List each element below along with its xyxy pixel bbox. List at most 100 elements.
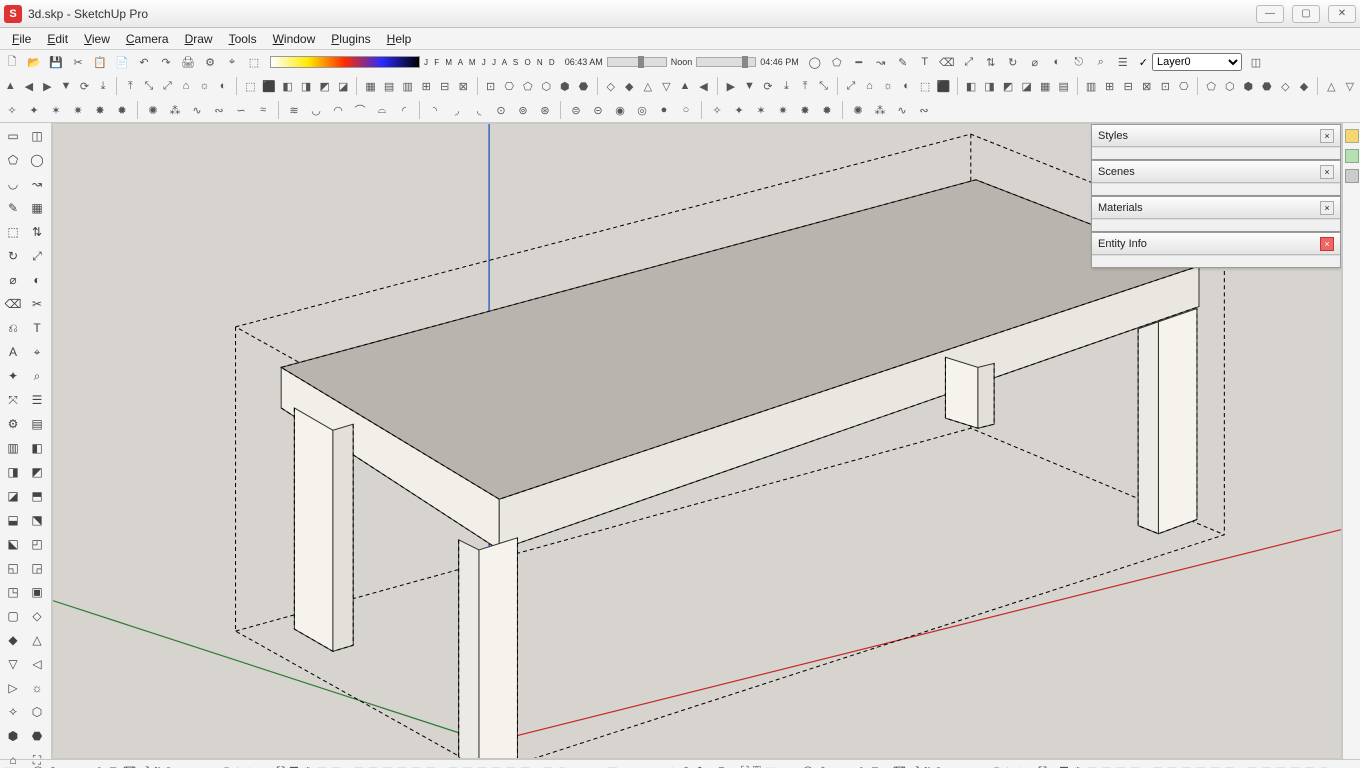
left-tool-28[interactable]: ◨ <box>2 461 24 483</box>
toolbar2-icon-34[interactable]: ▲ <box>677 76 694 96</box>
bottom-tool-50[interactable]: ⛶ <box>740 762 750 768</box>
bottom-tool-62[interactable]: ⇅ <box>922 762 933 768</box>
layer-dropdown[interactable]: Layer0 <box>1152 53 1242 71</box>
menu-draw[interactable]: Draw <box>177 30 221 48</box>
bottom-tool-33[interactable]: ◱ <box>490 762 502 768</box>
toolbar2-icon-50[interactable]: ◩ <box>1000 76 1017 96</box>
toolbar1b-icon-2[interactable]: ━ <box>849 52 869 72</box>
left-tool-41[interactable]: ◇ <box>26 605 48 627</box>
bottom-tool-77[interactable]: ◨ <box>1129 762 1141 768</box>
layer-manager-icon[interactable]: ◫ <box>1246 52 1266 72</box>
toolbar2-icon-21[interactable]: ⊞ <box>418 76 435 96</box>
bottom-tool-35[interactable]: ◳ <box>519 762 531 768</box>
bottom-tool-85[interactable]: ◱ <box>1260 762 1272 768</box>
left-tool-5[interactable]: ↝ <box>26 173 48 195</box>
bottom-tool-36[interactable]: ▣ <box>541 762 553 768</box>
toolbar2-icon-42[interactable]: ⤢ <box>843 76 860 96</box>
toolbar3-icon-28[interactable]: ● <box>654 100 674 120</box>
toolbar2-icon-48[interactable]: ◧ <box>963 76 980 96</box>
minimize-button[interactable]: — <box>1256 5 1284 23</box>
bottom-tool-82[interactable]: ⬔ <box>1209 762 1221 768</box>
toolbar3-icon-2[interactable]: ✶ <box>46 100 66 120</box>
bottom-tool-30[interactable]: ⬔ <box>447 762 459 768</box>
toolbar2-icon-39[interactable]: ⤓ <box>778 76 795 96</box>
bottom-tool-37[interactable]: ▢ <box>556 762 568 768</box>
toolbar1b-icon-0[interactable]: ◯ <box>805 52 825 72</box>
toolbar2-icon-53[interactable]: ▤ <box>1055 76 1072 96</box>
toolbar2-icon-3[interactable]: ▼ <box>58 76 75 96</box>
toolbar2-icon-45[interactable]: ◐ <box>898 76 915 96</box>
bottom-tool-74[interactable]: ▤ <box>1086 762 1098 768</box>
bottom-tool-19[interactable]: ⤧ <box>275 762 286 768</box>
toolbar2-icon-27[interactable]: ⬡ <box>538 76 555 96</box>
toolbar3-icon-35[interactable]: ✹ <box>817 100 837 120</box>
bottom-tool-44[interactable]: ☼ <box>653 762 665 768</box>
toolbar1-icon-6[interactable]: ↶ <box>134 52 154 72</box>
toolbar2-icon-35[interactable]: ◀ <box>695 76 712 96</box>
toolbar2-icon-47[interactable]: ⬛ <box>935 76 952 96</box>
toolbar2-icon-66[interactable]: △ <box>1323 76 1340 96</box>
bottom-tool-38[interactable]: ◇ <box>570 762 580 768</box>
bottom-tool-28[interactable]: ⬒ <box>410 762 422 768</box>
bottom-tool-58[interactable]: ✎ <box>857 762 868 768</box>
toolbar1b-icon-10[interactable]: ⌀ <box>1025 52 1045 72</box>
left-tool-14[interactable]: ⌫ <box>2 293 24 315</box>
left-tool-7[interactable]: ▦ <box>26 197 48 219</box>
toolbar3-icon-13[interactable]: ◡ <box>306 100 326 120</box>
left-tool-16[interactable]: ⎌ <box>2 317 24 339</box>
bottom-tool-64[interactable]: ⌀ <box>948 762 957 768</box>
bottom-tool-23[interactable]: ▥ <box>330 762 342 768</box>
toolbar2-icon-24[interactable]: ⊡ <box>482 76 499 96</box>
toolbar1b-icon-11[interactable]: ◐ <box>1047 52 1067 72</box>
3d-viewport[interactable]: Styles× Scenes× Materials× Entity Info× <box>52 123 1342 759</box>
left-tool-34[interactable]: ⬕ <box>2 533 24 555</box>
bottom-tool-40[interactable]: △ <box>595 762 605 768</box>
toolbar3-icon-26[interactable]: ◉ <box>610 100 630 120</box>
toolbar1b-icon-9[interactable]: ↻ <box>1003 52 1023 72</box>
bottom-tool-48[interactable]: ⬣ <box>716 762 728 768</box>
left-tool-32[interactable]: ⬓ <box>2 509 24 531</box>
menu-camera[interactable]: Camera <box>118 30 177 48</box>
toolbar2-icon-19[interactable]: ▤ <box>381 76 398 96</box>
toolbar2-icon-43[interactable]: ⌂ <box>861 76 878 96</box>
bottom-tool-54[interactable]: ◯ <box>801 762 815 768</box>
panel-entity-info-close[interactable]: × <box>1320 237 1334 251</box>
toolbar3-icon-32[interactable]: ✶ <box>751 100 771 120</box>
toolbar2-icon-32[interactable]: △ <box>640 76 657 96</box>
toolbar3-icon-15[interactable]: ⌒ <box>350 100 370 120</box>
bottom-tool-31[interactable]: ⬕ <box>461 762 473 768</box>
bottom-tool-12[interactable]: ⌀ <box>186 762 195 768</box>
bottom-tool-53[interactable]: ▭ <box>778 762 790 768</box>
toolbar1b-icon-12[interactable]: ⎋ <box>1069 52 1089 72</box>
toolbar2-icon-58[interactable]: ⊡ <box>1157 76 1174 96</box>
left-tool-40[interactable]: ▢ <box>2 605 24 627</box>
toolbar3-icon-0[interactable]: ✧ <box>2 100 22 120</box>
left-tool-21[interactable]: ⌕ <box>26 365 48 387</box>
toolbar2-icon-15[interactable]: ◨ <box>298 76 315 96</box>
menu-view[interactable]: View <box>76 30 118 48</box>
bottom-tool-4[interactable]: ◡ <box>61 762 73 768</box>
toolbar3-icon-12[interactable]: ≋ <box>284 100 304 120</box>
toolbar2-icon-40[interactable]: ⤒ <box>797 76 814 96</box>
toolbar1-icon-0[interactable]: 🗋 <box>2 52 22 72</box>
bottom-tool-34[interactable]: ◲ <box>505 762 517 768</box>
right-tool-2[interactable] <box>1345 149 1359 163</box>
menu-edit[interactable]: Edit <box>39 30 76 48</box>
bottom-tool-14[interactable]: ✂ <box>208 762 219 768</box>
toolbar3-icon-4[interactable]: ✸ <box>90 100 110 120</box>
bottom-tool-66[interactable]: ✂ <box>978 762 989 768</box>
bottom-tool-13[interactable]: ◐ <box>197 762 206 768</box>
left-tool-39[interactable]: ▣ <box>26 581 48 603</box>
bottom-tool-59[interactable]: T <box>871 762 880 768</box>
toolbar2-icon-30[interactable]: ◇ <box>602 76 619 96</box>
toolbar1-icon-1[interactable]: 📂 <box>24 52 44 72</box>
toolbar2-icon-57[interactable]: ⊠ <box>1138 76 1155 96</box>
left-tool-45[interactable]: ◁ <box>26 653 48 675</box>
left-tool-13[interactable]: ◐ <box>26 269 48 291</box>
left-tool-27[interactable]: ◧ <box>26 437 48 459</box>
bottom-tool-22[interactable]: ▤ <box>316 762 328 768</box>
toolbar2-icon-37[interactable]: ▼ <box>741 76 758 96</box>
bottom-tool-20[interactable]: ☰ <box>288 762 300 768</box>
toolbar2-icon-20[interactable]: ▥ <box>399 76 416 96</box>
toolbar2-icon-59[interactable]: ⎔ <box>1176 76 1193 96</box>
